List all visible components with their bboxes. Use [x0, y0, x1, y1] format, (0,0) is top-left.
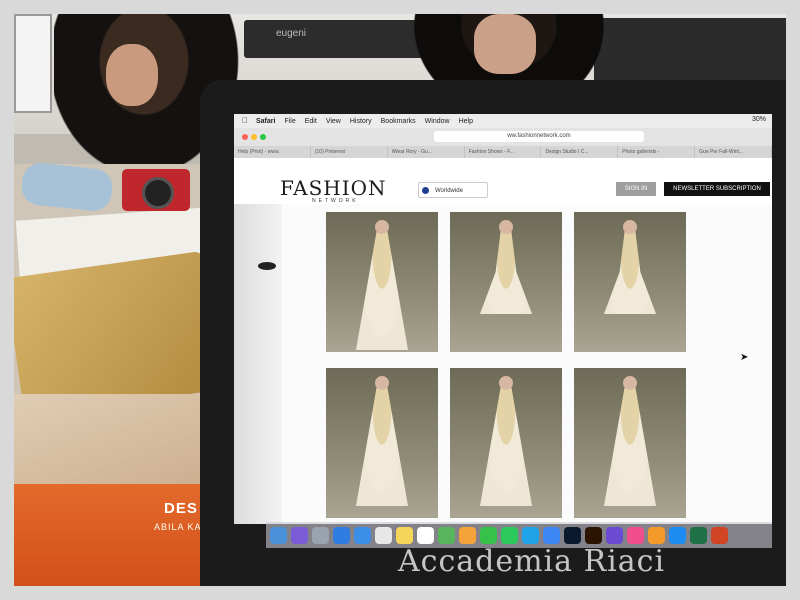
ibooks-icon[interactable]	[648, 526, 665, 544]
left-monitor	[14, 14, 52, 113]
launchpad-icon[interactable]	[312, 526, 329, 544]
safari-icon[interactable]	[333, 526, 350, 544]
gallery-photo[interactable]	[450, 212, 562, 352]
model-head	[623, 220, 637, 234]
siri-icon[interactable]	[291, 526, 308, 544]
right-monitor	[594, 18, 786, 88]
student-left-face	[106, 44, 158, 106]
monitor-brand-label: eugeni	[276, 28, 307, 39]
gallery-photo[interactable]	[574, 212, 686, 352]
close-window-icon[interactable]	[242, 134, 248, 140]
book-subtitle: ABILA KA	[154, 522, 202, 532]
banner-eye	[258, 262, 276, 270]
site-logo[interactable]: FASHION	[280, 176, 387, 200]
zoom-window-icon[interactable]	[260, 134, 266, 140]
minimize-window-icon[interactable]	[251, 134, 257, 140]
model-head	[623, 376, 637, 390]
messages-icon[interactable]	[480, 526, 497, 544]
patterned-case	[14, 250, 223, 418]
menu-window[interactable]: Window	[425, 118, 450, 125]
imovie-icon[interactable]	[606, 526, 623, 544]
mouse-cursor-icon: ➤	[740, 352, 749, 363]
itunes-icon[interactable]	[627, 526, 644, 544]
notes-icon[interactable]	[396, 526, 413, 544]
browser-tab[interactable]: Photo gallerists -	[618, 146, 696, 158]
facetime-icon[interactable]	[501, 526, 518, 544]
browser-tab[interactable]: Help (Print) - www.	[234, 146, 311, 158]
model-head	[499, 220, 513, 234]
gallery-photo[interactable]	[326, 212, 438, 352]
calendar-icon[interactable]	[375, 526, 392, 544]
battery-status[interactable]: 30%	[752, 116, 766, 123]
site-header: FASHION NETWORK Worldwide SIGN IN NEWSLE…	[234, 158, 772, 204]
menu-history[interactable]: History	[350, 118, 372, 125]
maps-icon[interactable]	[438, 526, 455, 544]
region-select[interactable]: Worldwide	[418, 182, 488, 198]
menu-help[interactable]: Help	[459, 118, 473, 125]
mail-icon[interactable]	[354, 526, 371, 544]
sign-in-button[interactable]: SIGN IN	[616, 182, 656, 196]
menu-bookmarks[interactable]: Bookmarks	[381, 118, 416, 125]
illustrator-icon[interactable]	[585, 526, 602, 544]
address-bar[interactable]: ww.fashionnetwork.com	[434, 131, 644, 142]
side-banner-image	[234, 204, 282, 524]
browser-tab[interactable]: Fashion Shows - F...	[465, 146, 542, 158]
powerpoint-icon[interactable]	[711, 526, 728, 544]
laptop-screen:  Safari File Edit View History Bookmark…	[234, 114, 772, 524]
browser-tab[interactable]: Gue Per Fall-Wint...	[695, 146, 772, 158]
tab-bar: Help (Print) - www. (10) Pinterest iWear…	[234, 146, 772, 158]
gallery-photo[interactable]	[450, 368, 562, 518]
finder-icon[interactable]	[270, 526, 287, 544]
model-head	[499, 376, 513, 390]
menu-safari[interactable]: Safari	[256, 118, 275, 125]
model-head	[375, 220, 389, 234]
student-center-face	[474, 14, 536, 74]
photoshop-icon[interactable]	[564, 526, 581, 544]
skype-icon[interactable]	[522, 526, 539, 544]
reminders-icon[interactable]	[417, 526, 434, 544]
camera-lens	[142, 177, 174, 209]
browser-tab[interactable]: Design Studio I C...	[541, 146, 619, 158]
newsletter-subscription-button[interactable]: NEWSLETTER SUBSCRIPTION	[664, 182, 770, 196]
photo-gallery	[326, 212, 706, 522]
apple-icon[interactable]: 	[242, 116, 248, 125]
menu-edit[interactable]: Edit	[305, 118, 317, 125]
messenger-icon[interactable]	[543, 526, 560, 544]
gallery-photo[interactable]	[326, 368, 438, 518]
gallery-photo[interactable]	[574, 368, 686, 518]
book-title: DES	[164, 500, 198, 517]
site-logo-subtitle: NETWORK	[312, 198, 359, 204]
menu-file[interactable]: File	[284, 118, 295, 125]
excel-icon[interactable]	[690, 526, 707, 544]
app-store-icon[interactable]	[669, 526, 686, 544]
mac-menubar:  Safari File Edit View History Bookmark…	[234, 114, 772, 128]
model-head	[375, 376, 389, 390]
browser-tab[interactable]: iWear Rory - Gu...	[388, 146, 465, 158]
menu-view[interactable]: View	[326, 118, 341, 125]
watermark: Accademia Riaci	[398, 544, 666, 579]
browser-tab[interactable]: (10) Pinterest	[311, 146, 388, 158]
photos-icon[interactable]	[459, 526, 476, 544]
